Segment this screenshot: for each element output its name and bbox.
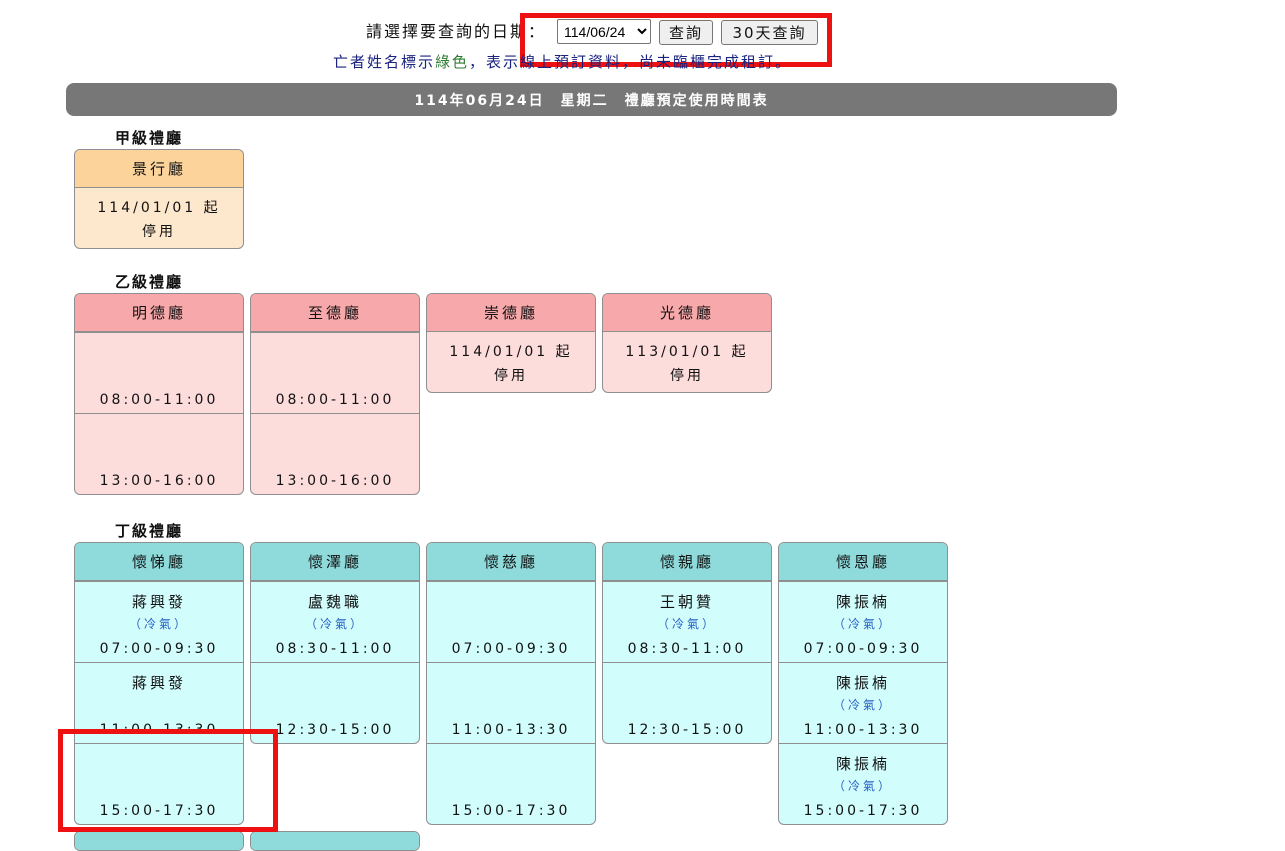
air-conditioning-label: （冷氣） [304, 617, 365, 631]
slot-time: 15:00-17:30 [803, 803, 923, 819]
time-slot[interactable]: 12:30-15:00 [603, 662, 771, 743]
query-30-days-button[interactable]: 30天查詢 [721, 20, 818, 45]
slot-time: 11:00-13:30 [99, 722, 219, 738]
time-slot[interactable]: 07:00-09:30 [427, 581, 595, 662]
hall-card-partial [74, 831, 244, 851]
hall-head-partial [75, 832, 243, 850]
note-green-word: 綠色 [435, 53, 470, 71]
slot-time: 08:30-11:00 [275, 641, 395, 657]
deceased-name: 陳振楠 [835, 674, 890, 692]
time-slot[interactable]: 蔣興發 11:00-13:30 [75, 662, 243, 743]
hall-name: 景行廳 [75, 150, 243, 188]
date-query-bar: 請選擇要查詢的日期： 114/06/24 查詢 30天查詢 [0, 16, 1285, 48]
hall-name: 至德廳 [251, 294, 419, 332]
slot-time: 13:00-16:00 [275, 473, 395, 489]
hall-card: 懷慈廳 07:00-09:30 11:00-13:30 15:00-17:30 [426, 542, 596, 825]
hall-name: 懷恩廳 [779, 543, 947, 581]
time-slot[interactable]: 蔣興發 （冷氣） 07:00-09:30 [75, 581, 243, 662]
suspend-date: 114/01/01 起 [449, 344, 573, 360]
time-slot[interactable]: 陳振楠 （冷氣） 11:00-13:30 [779, 662, 947, 743]
hall-card: 懷澤廳 盧魏職 （冷氣） 08:30-11:00 12:30-15:00 [250, 542, 420, 744]
note-text-1: 亡者姓名標示 [333, 53, 436, 71]
time-slot[interactable]: 陳振楠 （冷氣） 07:00-09:30 [779, 581, 947, 662]
hall-card: 光德廳 113/01/01 起 停用 [602, 293, 772, 393]
time-slot[interactable]: 王朝贊 （冷氣） 08:30-11:00 [603, 581, 771, 662]
suspend-label: 停用 [670, 368, 704, 384]
hall-status: 113/01/01 起 停用 [603, 332, 771, 392]
deceased-name: 盧魏職 [307, 593, 362, 611]
time-slot[interactable]: 15:00-17:30 [75, 743, 243, 824]
hall-head-partial [251, 832, 419, 850]
time-slot[interactable]: 08:00-11:00 [75, 332, 243, 413]
deceased-name: 蔣興發 [131, 593, 186, 611]
air-conditioning-label: （冷氣） [128, 617, 189, 631]
slot-time: 15:00-17:30 [451, 803, 571, 819]
air-conditioning-label: （冷氣） [656, 617, 717, 631]
time-slot[interactable]: 盧魏職 （冷氣） 08:30-11:00 [251, 581, 419, 662]
hall-name: 明德廳 [75, 294, 243, 332]
deceased-name: 蔣興發 [131, 674, 186, 692]
deceased-name: 王朝贊 [659, 593, 714, 611]
time-slot[interactable]: 08:00-11:00 [251, 332, 419, 413]
schedule-banner: 114年06月24日 星期二 禮廳預定使用時間表 [66, 83, 1117, 116]
hall-name: 懷悌廳 [75, 543, 243, 581]
date-select[interactable]: 114/06/24 [557, 19, 651, 44]
hall-name: 光德廳 [603, 294, 771, 332]
slot-time: 12:30-15:00 [275, 722, 395, 738]
time-slot[interactable]: 13:00-16:00 [251, 413, 419, 494]
hall-status: 114/01/01 起 停用 [427, 332, 595, 392]
hall-card: 崇德廳 114/01/01 起 停用 [426, 293, 596, 393]
section-title-grade-d: 丁級禮廳 [115, 522, 184, 540]
hall-status: 114/01/01 起 停用 [75, 188, 243, 248]
time-slot[interactable]: 11:00-13:30 [427, 662, 595, 743]
slot-time: 07:00-09:30 [451, 641, 571, 657]
suspend-date: 114/01/01 起 [97, 200, 221, 216]
slot-time: 08:30-11:00 [627, 641, 747, 657]
hall-card: 至德廳 08:00-11:00 13:00-16:00 [250, 293, 420, 495]
slot-time: 12:30-15:00 [627, 722, 747, 738]
slot-time: 08:00-11:00 [99, 392, 219, 408]
air-conditioning-label: （冷氣） [832, 779, 893, 793]
hall-name: 懷慈廳 [427, 543, 595, 581]
section-title-grade-a: 甲級禮廳 [115, 129, 184, 147]
hall-card: 景行廳 114/01/01 起 停用 [74, 149, 244, 249]
slot-time: 15:00-17:30 [99, 803, 219, 819]
hall-name: 崇德廳 [427, 294, 595, 332]
time-slot[interactable]: 陳振楠 （冷氣） 15:00-17:30 [779, 743, 947, 824]
hall-card: 明德廳 08:00-11:00 13:00-16:00 [74, 293, 244, 495]
suspend-label: 停用 [142, 224, 176, 240]
suspend-label: 停用 [494, 368, 528, 384]
query-button[interactable]: 查詢 [659, 20, 713, 45]
suspend-date: 113/01/01 起 [625, 344, 749, 360]
hall-card: 懷恩廳 陳振楠 （冷氣） 07:00-09:30 陳振楠 （冷氣） 11:00-… [778, 542, 948, 825]
slot-time: 08:00-11:00 [275, 392, 395, 408]
slot-time: 07:00-09:30 [803, 641, 923, 657]
note-text-2: ，表示線上預訂資料，尚未臨櫃完成租訂。 [469, 53, 793, 71]
slot-time: 11:00-13:30 [451, 722, 571, 738]
hall-card: 懷親廳 王朝贊 （冷氣） 08:30-11:00 12:30-15:00 [602, 542, 772, 744]
hall-name: 懷親廳 [603, 543, 771, 581]
section-title-grade-b: 乙級禮廳 [115, 273, 184, 291]
time-slot[interactable]: 12:30-15:00 [251, 662, 419, 743]
deceased-name: 陳振楠 [835, 755, 890, 773]
hall-name: 懷澤廳 [251, 543, 419, 581]
slot-time: 07:00-09:30 [99, 641, 219, 657]
legend-note: 亡者姓名標示綠色，表示線上預訂資料，尚未臨櫃完成租訂。 [333, 51, 792, 72]
time-slot[interactable]: 13:00-16:00 [75, 413, 243, 494]
air-conditioning-label: （冷氣） [832, 698, 893, 712]
slot-time: 11:00-13:30 [803, 722, 923, 738]
hall-card: 懷悌廳 蔣興發 （冷氣） 07:00-09:30 蔣興發 11:00-13:30… [74, 542, 244, 825]
air-conditioning-label: （冷氣） [832, 617, 893, 631]
slot-time: 13:00-16:00 [99, 473, 219, 489]
date-label: 請選擇要查詢的日期： [366, 22, 547, 41]
deceased-name: 陳振楠 [835, 593, 890, 611]
hall-card-partial [250, 831, 420, 851]
time-slot[interactable]: 15:00-17:30 [427, 743, 595, 824]
